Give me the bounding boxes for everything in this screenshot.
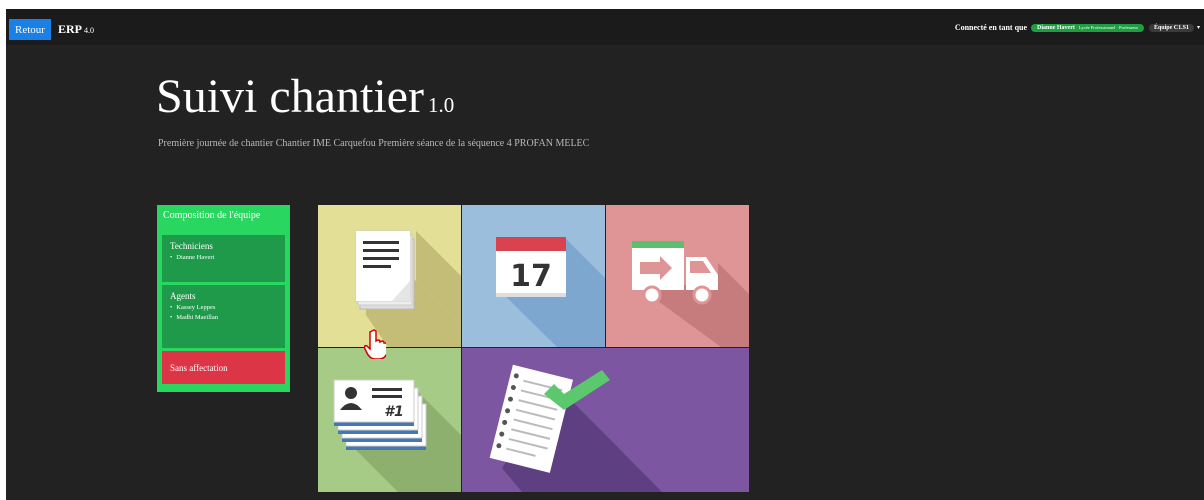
team-panel: Composition de l'équipe Techniciens Dian… [157,205,290,392]
team-member: Madhi Maeillan [170,313,277,323]
brand-version: 4.0 [84,26,94,35]
team-group-label: Agents [170,291,196,301]
tile-documents[interactable] [318,205,461,347]
team-member: Dianne Havert [170,253,277,263]
hand-pointer-icon [364,329,386,359]
tile-delivery[interactable] [606,205,749,347]
tile-calendar[interactable]: 17 [462,205,605,347]
checklist-icon [489,364,662,492]
page-subtitle: Première journée de chantier Chantier IM… [158,138,590,149]
back-button[interactable]: Retour [9,19,51,40]
calendar-icon: 17 [496,237,605,347]
user-name: Dianne Havert [1037,24,1075,31]
top-navbar: Retour ERP 4.0 Connecté en tant que Diann… [6,9,1204,45]
tile-checklist[interactable] [462,348,749,492]
brand-name: ERP [58,22,82,36]
app-frame: Retour ERP 4.0 Connecté en tant que Diann… [6,9,1204,500]
team-badge: Équipe C1.S1 [1148,23,1194,32]
team-member: Kassey Leppes [170,303,277,313]
team-panel-title: Composition de l'équipe [163,210,261,221]
user-menu[interactable]: Connecté en tant que Dianne Havert Lycée … [955,23,1200,32]
page-title: Suivi chantier 1.0 [156,73,454,121]
unassigned-group[interactable]: Sans affectation [162,351,285,384]
team-group-label: Techniciens [170,241,213,251]
chevron-down-icon[interactable]: ▾ [1197,24,1200,31]
connected-label: Connecté en tant que [954,23,1028,32]
truck-icon [632,241,749,347]
brand[interactable]: ERP 4.0 [58,22,94,37]
staff-card-number: #1 [384,404,403,420]
page-title-text: Suivi chantier [156,70,424,123]
calendar-day: 17 [510,259,552,294]
tile-staff[interactable]: #1 [318,348,461,492]
page-title-version: 1.0 [427,93,455,117]
document-stack-icon [355,230,461,347]
user-role: Lycée Professionnel · Professeur [1078,24,1138,30]
team-group-technicians[interactable]: Techniciens Dianne Havert [162,235,285,282]
team-group-agents[interactable]: Agents Kassey Leppes Madhi Maeillan [162,285,285,348]
user-badge: Dianne Havert Lycée Professionnel · Profe… [1031,23,1144,32]
staff-cards-icon: #1 [333,379,461,492]
